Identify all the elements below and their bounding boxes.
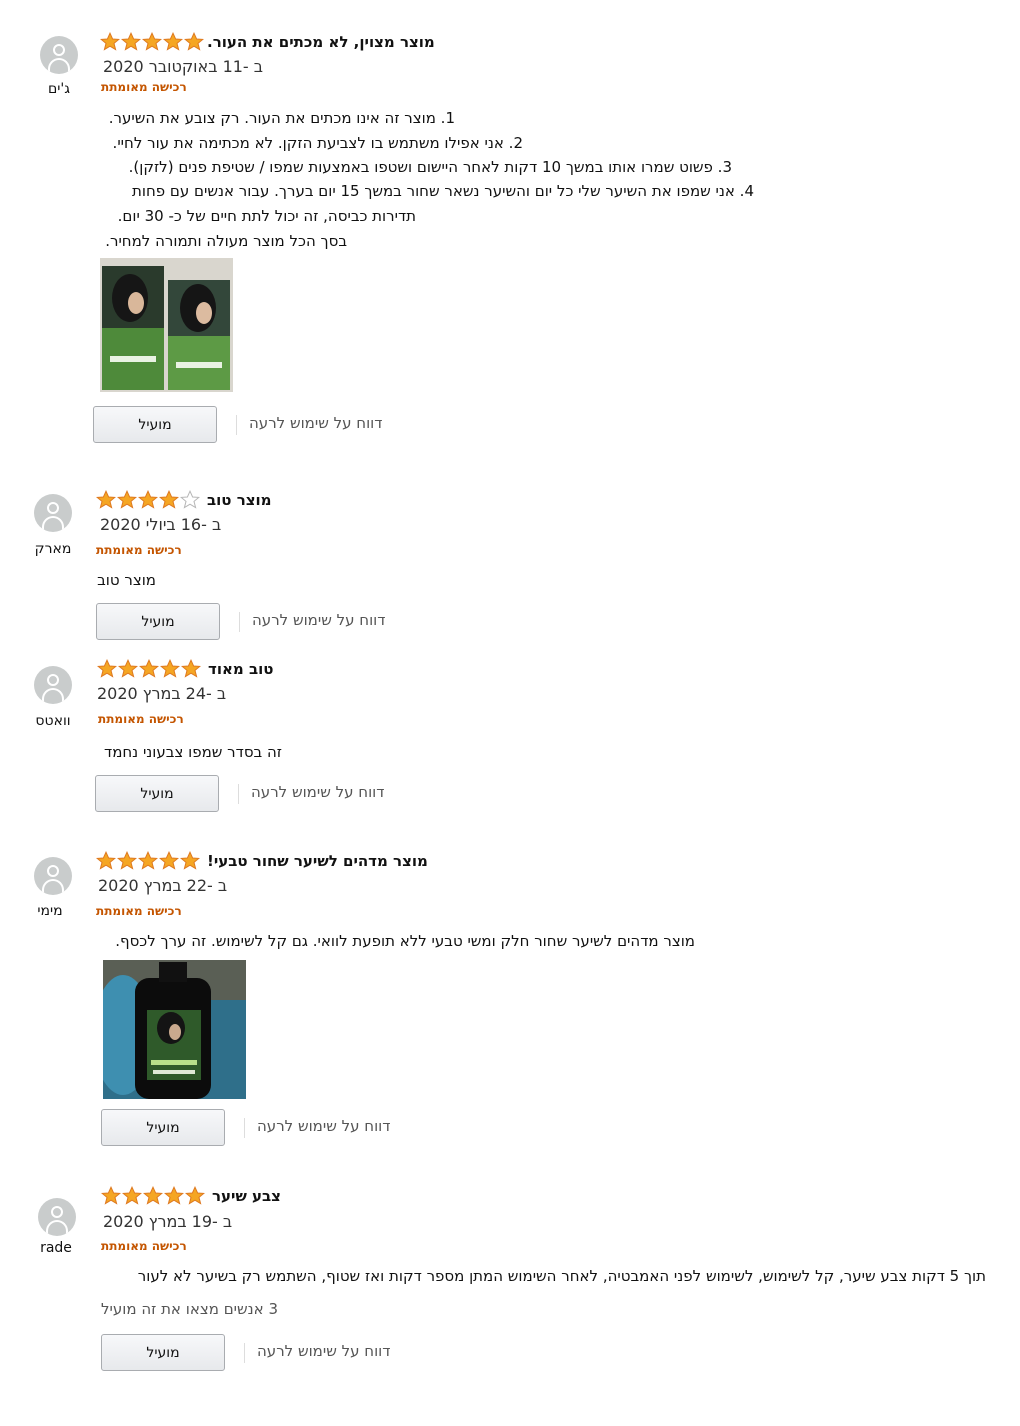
- reviewer-name[interactable]: מימי: [20, 903, 80, 919]
- star-filled-icon: [185, 1186, 205, 1205]
- review-date: ב -24 במרץ 2020: [97, 684, 227, 703]
- report-abuse-link[interactable]: דווח על שימוש לרעה: [251, 783, 384, 801]
- star-filled-icon: [100, 32, 120, 51]
- review-text-line: 2. אני אפילו משתמש בו לצביעת הזקן. לא מכ…: [112, 134, 523, 152]
- star-filled-icon: [97, 659, 117, 678]
- star-filled-icon: [96, 490, 116, 509]
- avatar[interactable]: [34, 666, 72, 704]
- report-abuse-link[interactable]: דווח על שימוש לרעה: [249, 414, 382, 432]
- star-filled-icon: [139, 659, 159, 678]
- helpful-button[interactable]: מועיל: [101, 1109, 225, 1146]
- review-text-line: בסך הכל מוצר מעולה ותמורה למחיר.: [105, 232, 347, 250]
- review-photo-thumbnail[interactable]: [100, 258, 233, 392]
- report-abuse-link[interactable]: דווח על שימוש לרעה: [252, 611, 385, 629]
- star-filled-icon: [180, 851, 200, 870]
- star-filled-icon: [163, 32, 183, 51]
- review-date: ב -22 במרץ 2020: [98, 876, 228, 895]
- star-filled-icon: [181, 659, 201, 678]
- reviewer-name[interactable]: מארק: [23, 541, 83, 557]
- star-filled-icon: [184, 32, 204, 51]
- star-rating: [97, 659, 202, 679]
- review-text-line: תדירות כביסה, זה יכול לתת חיים של כ- 30 …: [117, 207, 416, 225]
- star-rating: [96, 851, 201, 871]
- divider: [239, 612, 240, 632]
- star-filled-icon: [96, 851, 116, 870]
- star-empty-icon: [180, 490, 200, 509]
- reviewer-name[interactable]: ג'ים: [29, 81, 89, 97]
- star-filled-icon: [159, 851, 179, 870]
- star-filled-icon: [138, 851, 158, 870]
- star-filled-icon: [118, 659, 138, 678]
- review-title[interactable]: צבע שיער: [212, 1187, 281, 1205]
- review-title[interactable]: מוצר טוב: [207, 491, 272, 509]
- star-rating: [100, 32, 205, 52]
- review-title[interactable]: טוב מאוד: [208, 660, 273, 678]
- verified-purchase-badge: רכישה מאומתת: [96, 904, 182, 918]
- star-filled-icon: [117, 490, 137, 509]
- star-filled-icon: [160, 659, 180, 678]
- report-abuse-link[interactable]: דווח על שימוש לרעה: [257, 1342, 390, 1360]
- star-rating: [101, 1186, 206, 1206]
- helpful-count: 3 אנשים מצאו את זה מועיל: [101, 1300, 278, 1318]
- review-text-line: 1. מוצר זה אינו מכתים את העור. רק צובע א…: [108, 109, 455, 127]
- star-filled-icon: [121, 32, 141, 51]
- review-title[interactable]: מוצר מצוין, לא מכתים את העור.: [207, 33, 435, 51]
- star-filled-icon: [142, 32, 162, 51]
- review-text-line: מוצר מדהים לשיער שחור חלק ומשי טבעי ללא …: [115, 932, 695, 950]
- review-text-line: תוך 5 דקות צבע שיער, קל לשימוש, לשימוש ל…: [137, 1267, 986, 1285]
- star-filled-icon: [164, 1186, 184, 1205]
- verified-purchase-badge: רכישה מאומתת: [101, 80, 187, 94]
- avatar[interactable]: [40, 36, 78, 74]
- divider: [244, 1118, 245, 1138]
- divider: [244, 1343, 245, 1363]
- divider: [238, 784, 239, 804]
- review-text-line: זה בסדר שמפו צבעוני נחמד: [104, 743, 282, 761]
- verified-purchase-badge: רכישה מאומתת: [101, 1239, 187, 1253]
- star-filled-icon: [122, 1186, 142, 1205]
- helpful-button[interactable]: מועיל: [95, 775, 219, 812]
- avatar[interactable]: [38, 1198, 76, 1236]
- avatar[interactable]: [34, 857, 72, 895]
- divider: [236, 415, 237, 435]
- reviewer-name[interactable]: rade: [26, 1240, 86, 1256]
- review-text-line: מוצר טוב: [97, 571, 156, 589]
- star-filled-icon: [143, 1186, 163, 1205]
- avatar[interactable]: [34, 494, 72, 532]
- helpful-button[interactable]: מועיל: [93, 406, 217, 443]
- review-text-line: 4. אני שמפו את השיער שלי כל יום והשיער נ…: [132, 182, 754, 200]
- review-title[interactable]: מוצר מדהים לשיער שחור טבעי!: [207, 852, 428, 870]
- helpful-button[interactable]: מועיל: [101, 1334, 225, 1371]
- star-filled-icon: [138, 490, 158, 509]
- star-filled-icon: [159, 490, 179, 509]
- review-date: ב -16 ביולי 2020: [100, 515, 222, 534]
- report-abuse-link[interactable]: דווח על שימוש לרעה: [257, 1117, 390, 1135]
- verified-purchase-badge: רכישה מאומתת: [96, 543, 182, 557]
- review-date: ב -11 באוקטובר 2020: [103, 57, 264, 76]
- star-filled-icon: [101, 1186, 121, 1205]
- review-text-line: 3. פשוט שמרו אותו במשך 10 דקות לאחר הייש…: [128, 158, 732, 176]
- star-filled-icon: [117, 851, 137, 870]
- helpful-button[interactable]: מועיל: [96, 603, 220, 640]
- reviewer-name[interactable]: וואטס: [23, 713, 83, 729]
- star-rating: [96, 490, 201, 510]
- review-photo-thumbnail[interactable]: [103, 960, 246, 1099]
- verified-purchase-badge: רכישה מאומתת: [98, 712, 184, 726]
- review-date: ב -19 במרץ 2020: [103, 1212, 233, 1231]
